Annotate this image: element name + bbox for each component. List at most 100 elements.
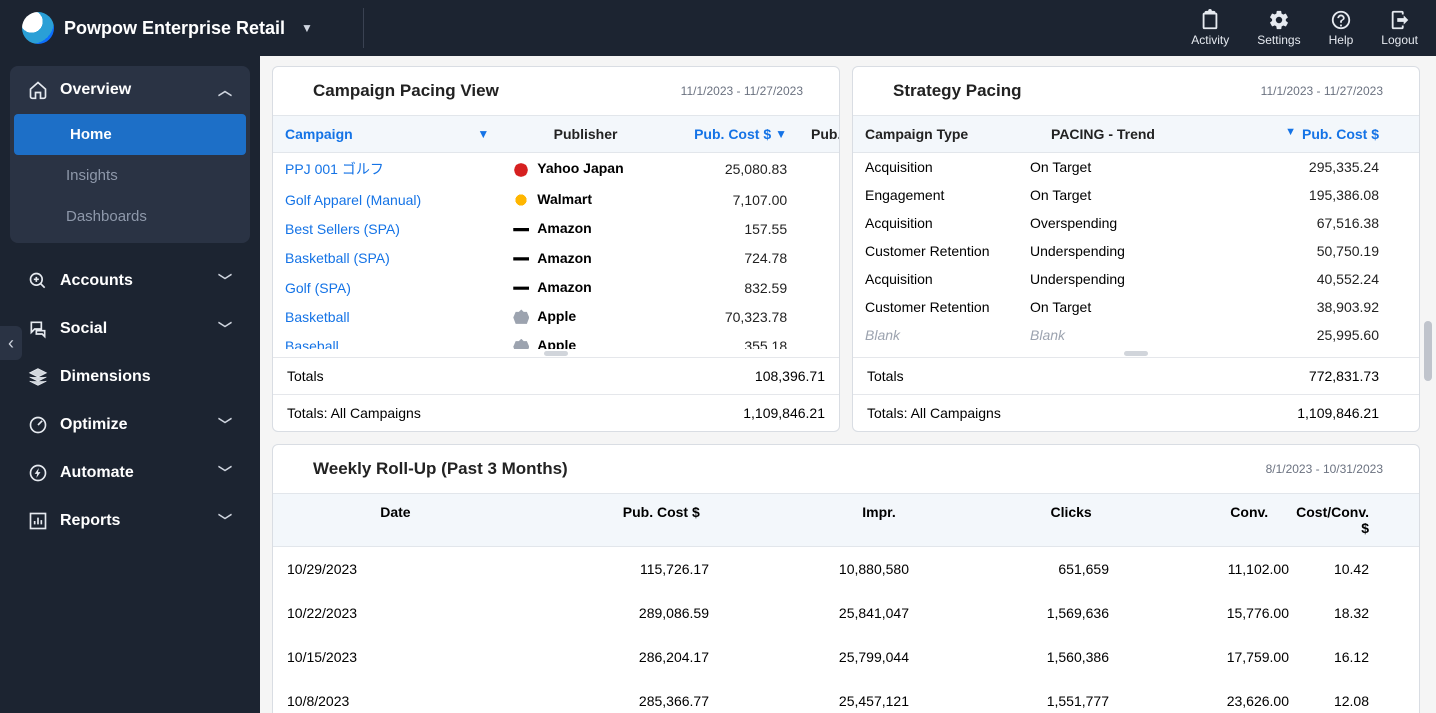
table-row[interactable]: 10/15/2023286,204.1725,799,0441,560,3861… [273,635,1419,679]
horizontal-scrollbar[interactable] [853,349,1419,357]
col-cost[interactable]: Pub. Cost $ ▼ [670,116,799,152]
sidebar-item-home[interactable]: Home [14,114,246,155]
nav-overview[interactable]: Overview ︿ [10,66,250,114]
strategy-totals-row: Totals772,831.73 [853,357,1419,394]
filter-icon[interactable]: ▼ [775,127,787,141]
cell-campaign: Baseball [273,338,501,349]
cell-cost: 195,386.08 [1188,187,1419,203]
cell-publisher: Amazon [501,250,670,267]
publisher-icon [513,162,529,178]
cell-cost: 289,086.59 [523,595,723,631]
help-button[interactable]: Help [1329,9,1354,47]
table-row[interactable]: EngagementOn Target195,386.08 [853,181,1419,209]
table-row[interactable]: Basketball (SPA)Amazon724.78 [273,244,839,273]
col-pacing-trend[interactable]: PACING - Trend [1018,116,1188,152]
col-campaign-type[interactable]: Campaign Type [853,116,1018,152]
col-publisher[interactable]: Publisher [501,116,670,152]
col-conv[interactable]: Conv. [1106,494,1282,546]
table-row[interactable]: 10/8/2023285,366.7725,457,1211,551,77723… [273,679,1419,713]
nav-social[interactable]: Social ﹀ [10,305,250,353]
nav-reports[interactable]: Reports﹀ [10,497,250,545]
logout-icon [1389,9,1411,31]
chevron-down-icon: ﹀ [218,271,232,291]
table-row[interactable]: AcquisitionUnderspending40,552.24 [853,265,1419,293]
sort-down-icon: ▼ [1285,126,1296,142]
sidebar-item-insights[interactable]: Insights [10,155,250,196]
logout-label: Logout [1381,33,1418,47]
nav-dimensions[interactable]: Dimensions [10,353,250,401]
publisher-icon [513,280,529,296]
settings-button[interactable]: Settings [1257,9,1300,47]
cell-type: Acquisition [853,159,1018,175]
campaign-totals-row: Totals108,396.71 [273,357,839,394]
table-row[interactable]: 10/29/2023115,726.1710,880,580651,65911,… [273,547,1419,591]
weekly-body[interactable]: 10/29/2023115,726.1710,880,580651,65911,… [273,547,1419,713]
table-row[interactable]: AcquisitionOn Target295,335.24 [853,153,1419,181]
strategy-header-row: Campaign Type PACING - Trend ▼Pub. Cost … [853,115,1419,153]
cell-conv: 23,626.00 [1123,683,1303,713]
chevron-up-icon: ︿ [218,80,232,100]
strategy-totals-all-row: Totals: All Campaigns1,109,846.21 [853,394,1419,431]
campaign-pacing-body[interactable]: PPJ 001 ゴルフYahoo Japan25,080.83Golf Appa… [273,153,839,349]
org-name: Powpow Enterprise Retail [64,18,285,39]
col-clicks[interactable]: Clicks [910,494,1106,546]
nav-automate[interactable]: Automate﹀ [10,449,250,497]
bolt-icon [28,463,48,483]
col-impr[interactable]: Impr. [714,494,910,546]
sidebar-collapse-button[interactable]: ‹ [0,326,22,360]
table-row[interactable]: AcquisitionOverspending67,516.38 [853,209,1419,237]
col-date[interactable]: Date [273,494,518,546]
publisher-icon [513,309,529,325]
divider [363,8,364,48]
table-row[interactable]: Golf (SPA)Amazon832.59 [273,273,839,302]
chevron-down-icon: ﹀ [218,319,232,339]
table-row[interactable]: BlankBlank25,995.60 [853,321,1419,349]
sidebar: Overview ︿ Home Insights Dashboards Acco… [0,56,260,713]
brand-logo-icon [22,12,54,44]
col-pub-cost[interactable]: Pub. Cost $ [518,494,714,546]
activity-button[interactable]: Activity [1191,9,1229,47]
cell-cost: 70,323.78 [670,309,799,325]
table-row[interactable]: BaseballApple355.18 [273,331,839,349]
nav-accounts[interactable]: Accounts﹀ [10,257,250,305]
cell-clicks: 1,569,636 [923,595,1123,631]
filter-icon[interactable]: ▼ [477,127,489,141]
settings-label: Settings [1257,33,1300,47]
nav-optimize[interactable]: Optimize﹀ [10,401,250,449]
cell-campaign: PPJ 001 ゴルフ [273,159,501,179]
cell-cost: 286,204.17 [523,639,723,675]
table-row[interactable]: Customer RetentionOn Target38,903.92 [853,293,1419,321]
table-row[interactable]: Golf Apparel (Manual)Walmart7,107.00 [273,185,839,214]
table-row[interactable]: 10/22/2023289,086.5925,841,0471,569,6361… [273,591,1419,635]
cell-cost: 355.18 [670,338,799,349]
page-scrollbar[interactable] [1422,66,1432,703]
weekly-title: Weekly Roll-Up (Past 3 Months) [313,459,568,479]
table-row[interactable]: Customer RetentionUnderspending50,750.19 [853,237,1419,265]
nav-group-overview: Overview ︿ Home Insights Dashboards [10,66,250,243]
col-pub-extra[interactable]: Pub. [799,116,839,152]
chat-icon [28,319,48,339]
table-row[interactable]: Best Sellers (SPA)Amazon157.55 [273,214,839,243]
chevron-down-icon: ﹀ [218,511,232,531]
col-pub-cost[interactable]: ▼Pub. Cost $ [1188,116,1419,152]
horizontal-scrollbar[interactable] [273,349,839,357]
cell-cost: 25,080.83 [670,161,799,177]
table-row[interactable]: BasketballApple70,323.78 [273,302,839,331]
nav-social-label: Social [60,320,107,338]
home-icon [28,80,48,100]
strategy-pacing-body[interactable]: AcquisitionOn Target295,335.24Engagement… [853,153,1419,349]
sidebar-item-dashboards[interactable]: Dashboards [10,196,250,237]
brand-selector[interactable]: Powpow Enterprise Retail ▼ [22,8,364,48]
logout-button[interactable]: Logout [1381,9,1418,47]
table-row[interactable]: PPJ 001 ゴルフYahoo Japan25,080.83 [273,153,839,185]
topbar: Powpow Enterprise Retail ▼ Activity Sett… [0,0,1436,56]
cell-clicks: 651,659 [923,551,1123,587]
cell-cost: 157.55 [670,221,799,237]
col-campaign[interactable]: Campaign▼ [273,116,501,152]
col-cost-conv[interactable]: Cost/Conv. $ [1282,494,1419,546]
cell-cost: 25,995.60 [1188,327,1419,343]
strategy-pacing-daterange: 11/1/2023 - 11/27/2023 [1261,84,1383,98]
cell-conv: 17,759.00 [1123,639,1303,675]
help-icon [1330,9,1352,31]
cell-clicks: 1,551,777 [923,683,1123,713]
